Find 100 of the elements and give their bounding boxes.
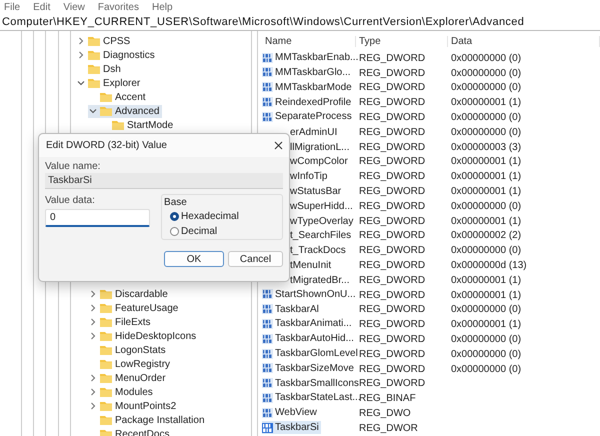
binary-value-icon	[262, 422, 273, 433]
value-name[interactable]: llMigrationL...	[290, 140, 352, 154]
tree-item[interactable]: HideDesktopIcons	[88, 330, 200, 342]
radio-button[interactable]	[170, 227, 180, 236]
value-data: 0x00000000 (0)	[450, 364, 522, 375]
value-name[interactable]: MMTaskbarEnab...	[262, 51, 360, 64]
value-name[interactable]: MMTaskbarMode	[262, 80, 354, 94]
tree-item[interactable]: Discardable	[88, 288, 171, 300]
value-type: REG_DWORD	[358, 364, 426, 375]
column-header[interactable]: Type	[356, 36, 448, 46]
value-name[interactable]: StartShownOnU...	[262, 288, 358, 301]
value-name[interactable]: wSuperHidd...	[290, 200, 355, 213]
value-type: REG_DWORD	[358, 245, 426, 256]
value-type: REG_DWORD	[358, 82, 426, 94]
value-name[interactable]: tMigratedBr...	[290, 274, 352, 287]
radio-button[interactable]	[170, 212, 180, 221]
menu-item[interactable]: View	[63, 2, 85, 12]
tree-item[interactable]: LowRegistry	[88, 358, 174, 370]
tree-item[interactable]: LogonStats	[88, 344, 169, 356]
tree-item[interactable]: Modules	[88, 386, 156, 398]
value-type: REG_DWORD	[358, 68, 426, 79]
value-data: 0x0000000d (13)	[450, 260, 528, 272]
address-bar[interactable]: Computer\HKEY_CURRENT_USER\Software\Microsoft\Windows\CurrentVersion\Explorer\Advanced	[2, 16, 524, 28]
tree-item[interactable]: FileExts	[88, 316, 154, 328]
value-name[interactable]: TaskbarSi	[262, 421, 321, 434]
value-data: 0x00000000 (0)	[450, 200, 522, 212]
value-type: REG_DWOR	[358, 422, 419, 434]
folder-icon	[100, 387, 112, 397]
value-type: REG_DWORD	[358, 230, 426, 242]
value-type: REG_DWORD	[358, 171, 426, 182]
value-name-field[interactable]: TaskbarSi	[45, 173, 283, 189]
menu-item[interactable]: Edit	[33, 2, 50, 12]
value-data: 0x00000000 (0)	[450, 112, 522, 124]
tree-item[interactable]: MountPoints2	[88, 400, 180, 412]
tree-item[interactable]: Package Installation	[88, 414, 208, 426]
value-data-field[interactable]: 0	[45, 209, 150, 227]
dialog-button[interactable]: Cancel	[228, 251, 283, 267]
tree-item[interactable]: CPSS	[76, 34, 134, 48]
tree-item[interactable]: Explorer	[76, 76, 144, 90]
binary-value-icon	[262, 408, 273, 418]
radio-option[interactable]: Hexadecimal	[170, 210, 282, 223]
value-type: REG_DWO	[358, 408, 412, 420]
value-name[interactable]: wInfoTip	[290, 170, 330, 184]
close-icon[interactable]	[274, 141, 283, 150]
value-name[interactable]: tMenuInit	[290, 259, 334, 272]
column-header[interactable]: Data	[448, 36, 600, 46]
value-name[interactable]: wTypeOverlay	[290, 214, 356, 228]
value-type: REG_DWORD	[358, 334, 426, 346]
radio-option[interactable]: Decimal	[170, 225, 282, 238]
tree-item[interactable]: Advanced	[88, 104, 162, 118]
value-type: REG_DWORD	[358, 348, 426, 360]
tree-item[interactable]: Dsh	[76, 62, 124, 76]
folder-icon	[100, 317, 112, 327]
value-name[interactable]: ReindexedProfile	[262, 96, 354, 109]
value-name[interactable]: TaskbarAnimati...	[262, 317, 354, 330]
value-data: 0x00000001 (1)	[450, 216, 522, 227]
value-name[interactable]: erAdminUI	[290, 126, 340, 139]
tree-item[interactable]: StartMode	[100, 118, 176, 132]
value-name[interactable]: TaskbarAl	[262, 302, 321, 316]
dialog-title: Edit DWORD (32-bit) Value	[46, 140, 167, 151]
value-data: 0x00000001 (1)	[450, 97, 522, 108]
folder-icon	[100, 401, 112, 411]
dialog-button[interactable]: OK	[164, 251, 224, 267]
value-data: 0x00000001 (1)	[450, 156, 522, 168]
chevron-down-icon	[77, 79, 85, 87]
value-name[interactable]: TaskbarAutoHid...	[262, 332, 356, 346]
value-data: 0x00000001 (1)	[450, 186, 522, 198]
value-name[interactable]: TaskbarSmallIcons	[262, 376, 361, 390]
value-name[interactable]: SeparateProcess	[262, 110, 354, 124]
menu-item[interactable]: Favorites	[98, 2, 139, 12]
binary-value-icon	[262, 52, 273, 63]
value-name[interactable]: TaskbarSizeMove	[262, 362, 356, 375]
value-name[interactable]: t_SearchFiles	[290, 229, 354, 242]
tree-item[interactable]: Accent	[88, 90, 149, 104]
group-label: Base	[163, 197, 188, 208]
value-name[interactable]: TaskbarGlomLevel	[262, 347, 360, 360]
menu-item[interactable]: Help	[152, 2, 173, 12]
folder-icon	[100, 106, 112, 116]
tree-item[interactable]: Diagnostics	[76, 48, 158, 62]
value-name[interactable]: MMTaskbarGlo...	[262, 66, 353, 79]
value-name[interactable]: wCompColor	[290, 155, 350, 168]
value-data: 0x00000002 (2)	[450, 230, 522, 242]
value-name[interactable]: t_TrackDocs	[290, 244, 348, 258]
value-type: REG_DWORD	[358, 126, 426, 138]
value-type: REG_DWORD	[358, 97, 426, 108]
binary-value-icon	[262, 97, 273, 108]
tree-item[interactable]: FeatureUsage	[88, 302, 182, 314]
value-type: REG_DWORD	[358, 274, 426, 286]
tree-item[interactable]: MenuOrder	[88, 372, 169, 384]
binary-value-icon	[262, 318, 273, 329]
folder-icon	[88, 78, 100, 88]
binary-value-icon	[262, 348, 273, 359]
menu-item[interactable]: File	[4, 2, 20, 12]
value-type: REG_DWORD	[358, 186, 426, 198]
value-name[interactable]: wStatusBar	[290, 185, 344, 198]
field-label: Value data:	[45, 195, 96, 207]
column-header[interactable]: Name	[262, 36, 356, 46]
value-name[interactable]: WebView	[262, 406, 319, 420]
binary-value-icon	[262, 67, 273, 78]
value-data: 0x00000001 (1)	[450, 274, 522, 286]
